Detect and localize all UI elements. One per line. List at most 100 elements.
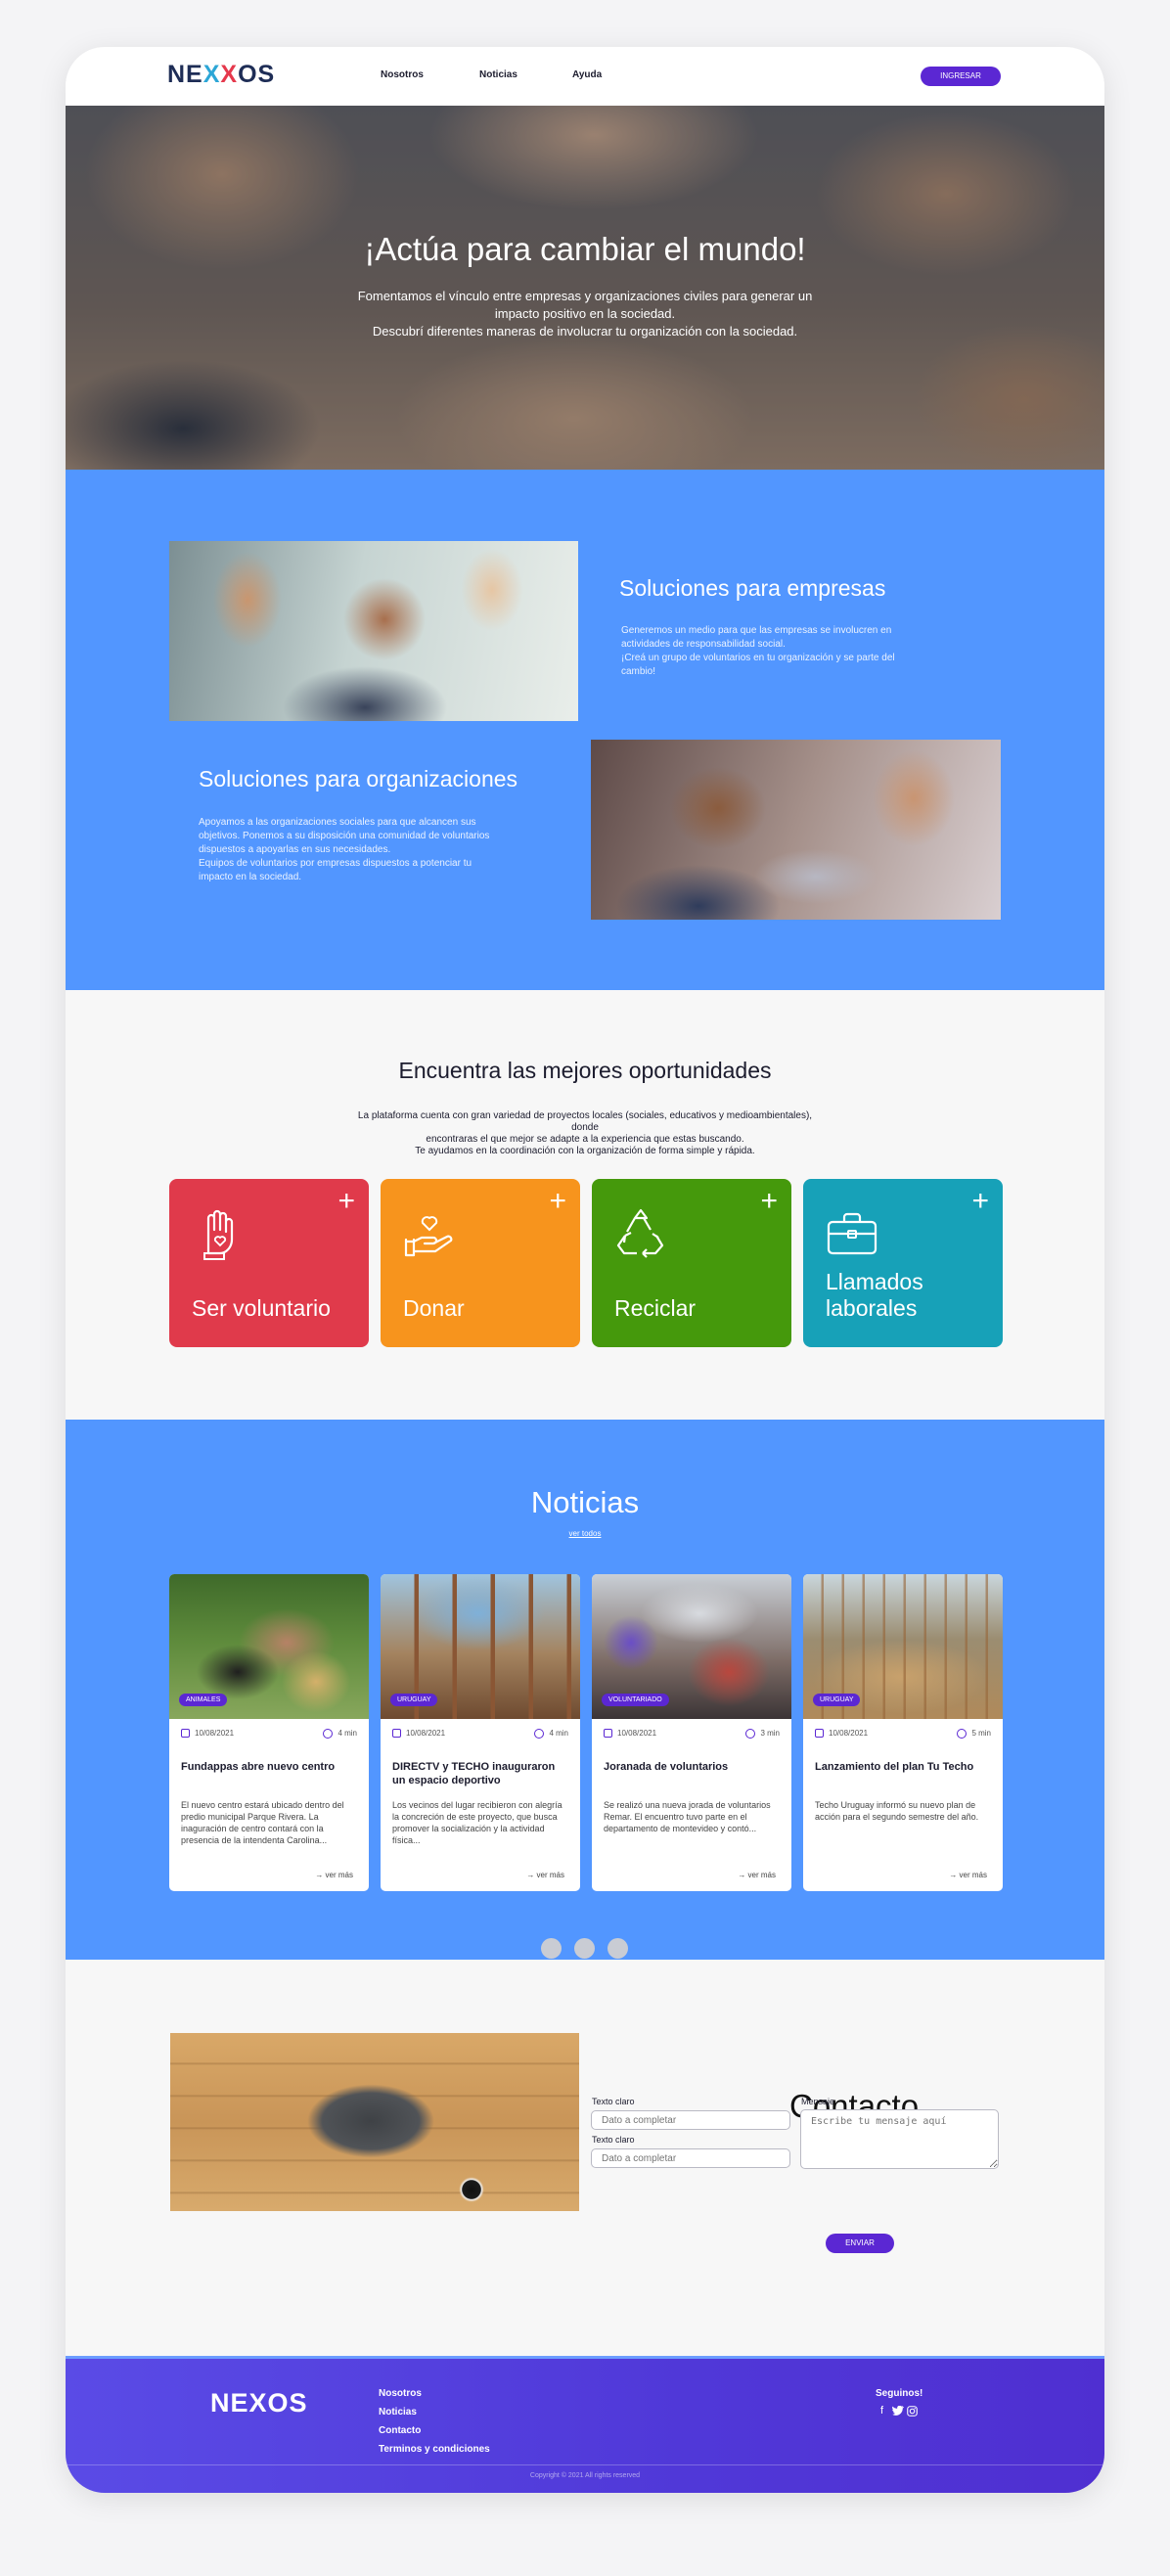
footer-divider: [66, 2464, 1104, 2465]
hero-section: ¡Actúa para cambiar el mundo! Fomentamos…: [66, 106, 1104, 470]
see-all-news-link[interactable]: ver todos: [66, 1529, 1104, 1538]
news-read-time: 5 min: [957, 1729, 991, 1739]
clock-icon: [745, 1729, 756, 1739]
nexos-logo[interactable]: NEXXOS: [167, 61, 275, 89]
hero-title: ¡Actúa para cambiar el mundo!: [364, 231, 806, 267]
message-textarea[interactable]: [800, 2109, 999, 2169]
facebook-icon[interactable]: f: [880, 2405, 883, 2417]
footer-link-noticias[interactable]: Noticias: [379, 2407, 417, 2418]
organizations-text-line: Apoyamos a las organizaciones sociales p…: [199, 817, 476, 828]
message-label: Mensaje: [801, 2097, 835, 2106]
news-excerpt: El nuevo centro estará ubicado dentro de…: [181, 1800, 344, 1845]
footer-logo[interactable]: NEXOS: [210, 2388, 308, 2418]
opportunities-desc-line: encontraras el que mejor se adapte a la …: [426, 1134, 744, 1145]
recycle-icon: [616, 1208, 664, 1258]
news-excerpt: Los vecinos del lugar recibieron con ale…: [392, 1800, 562, 1845]
news-date-text: 10/08/2021: [406, 1729, 446, 1738]
instagram-icon[interactable]: [907, 2406, 918, 2417]
news-time-text: 5 min: [971, 1729, 991, 1739]
news-card[interactable]: ANIMALES 10/08/2021 4 min Fundappas abre…: [169, 1574, 369, 1891]
news-section: Noticias ver todos ANIMALES 10/08/2021 4…: [66, 1420, 1104, 1960]
nav-ayuda[interactable]: Ayuda: [572, 69, 602, 80]
hero-text-line-3: Descubrí diferentes maneras de involucra…: [372, 324, 798, 339]
plus-icon[interactable]: +: [760, 1187, 778, 1216]
organizations-text: Apoyamos a las organizaciones sociales p…: [199, 816, 489, 884]
see-more-link[interactable]: → ver más: [738, 1871, 776, 1879]
footer-link-terms[interactable]: Terminos y condiciones: [379, 2444, 490, 2455]
organizations-text-line: dispuestos a apoyarlas en sus necesidade…: [199, 844, 391, 855]
send-button[interactable]: ENVIAR: [826, 2234, 894, 2253]
news-tag: URUGUAY: [813, 1694, 861, 1706]
opportunities-desc-line: Te ayudamos en la coordinación con la or…: [415, 1146, 755, 1156]
news-time-text: 4 min: [549, 1729, 568, 1739]
plus-icon[interactable]: +: [549, 1187, 566, 1216]
hand-heart-icon: [404, 1216, 453, 1257]
opportunities-description: La plataforma cuenta con gran variedad d…: [350, 1110, 820, 1157]
twitter-icon[interactable]: [892, 2406, 904, 2416]
news-tag: ANIMALES: [179, 1694, 228, 1706]
news-date-text: 10/08/2021: [617, 1729, 657, 1738]
card-donate[interactable]: + Donar: [381, 1179, 580, 1347]
news-card[interactable]: VOLUNTARIADO 10/08/2021 3 min Joranada d…: [592, 1574, 791, 1891]
copyright-text: Copyright © 2021 All rights reserved: [529, 2472, 641, 2479]
nav-noticias[interactable]: Noticias: [479, 69, 518, 80]
opportunities-desc-line: La plataforma cuenta con gran variedad d…: [357, 1110, 813, 1133]
carousel-dot[interactable]: [608, 1938, 628, 1959]
see-more-link[interactable]: → ver más: [526, 1871, 564, 1879]
text-field-1[interactable]: [591, 2110, 790, 2130]
companies-title: Soluciones para empresas: [619, 575, 886, 601]
news-date-text: 10/08/2021: [829, 1729, 869, 1738]
page-frame: NEXXOS Nosotros Noticias Ayuda INGRESAR …: [66, 47, 1104, 2493]
card-jobs[interactable]: + Llamados laborales: [803, 1179, 1003, 1347]
card-volunteer[interactable]: + Ser voluntario: [169, 1179, 369, 1347]
card-label: Ser voluntario: [192, 1295, 331, 1321]
news-excerpt: Techo Uruguay informó su nuevo plan de a…: [815, 1800, 979, 1822]
see-more-label: ver más: [747, 1871, 776, 1879]
news-title-text: Joranada de voluntarios: [604, 1761, 729, 1773]
see-more-label: ver más: [959, 1871, 987, 1879]
news-read-time: 3 min: [745, 1729, 780, 1739]
companies-text-line: Generemos un medio para que las empresas…: [621, 625, 892, 636]
solutions-section: Soluciones para empresas Generemos un me…: [66, 470, 1104, 990]
news-card[interactable]: URUGUAY 10/08/2021 5 min Lanzamiento del…: [803, 1574, 1003, 1891]
see-more-link[interactable]: → ver más: [949, 1871, 987, 1879]
card-recycle[interactable]: + Reciclar: [592, 1179, 791, 1347]
news-time-text: 3 min: [760, 1729, 780, 1739]
news-title-text: Fundappas abre nuevo centro: [181, 1761, 336, 1773]
raised-hand-heart-icon: [203, 1209, 234, 1260]
login-button[interactable]: INGRESAR: [921, 67, 1001, 86]
news-time-text: 4 min: [338, 1729, 357, 1739]
calendar-icon: [392, 1729, 401, 1739]
site-header: NEXXOS Nosotros Noticias Ayuda INGRESAR: [66, 47, 1104, 106]
news-card[interactable]: URUGUAY 10/08/2021 4 min DIRECTV y TECHO…: [381, 1574, 580, 1891]
nav-nosotros[interactable]: Nosotros: [381, 69, 424, 80]
companies-text-line: actividades de responsabilidad social.: [621, 639, 786, 650]
news-excerpt: Se realizó una nueva jorada de voluntari…: [604, 1800, 771, 1833]
footer-link-nosotros[interactable]: Nosotros: [379, 2388, 422, 2399]
news-date-text: 10/08/2021: [195, 1729, 235, 1738]
carousel-dot[interactable]: [574, 1938, 595, 1959]
news-date: 10/08/2021: [181, 1729, 235, 1739]
organizations-title: Soluciones para organizaciones: [199, 766, 518, 791]
clock-icon: [534, 1729, 545, 1739]
text-field-2[interactable]: [591, 2148, 790, 2168]
see-more-link[interactable]: → ver más: [315, 1871, 353, 1879]
organizations-text-line: impacto en la sociedad.: [199, 872, 302, 882]
plus-icon[interactable]: +: [338, 1187, 355, 1216]
news-title: Noticias: [530, 1485, 640, 1519]
companies-text: Generemos un medio para que las empresas…: [621, 624, 895, 679]
card-label: Reciclar: [614, 1295, 697, 1321]
see-more-label: ver más: [536, 1871, 564, 1879]
news-title-text: DIRECTV y TECHO inauguraron un espacio d…: [392, 1761, 556, 1786]
news-read-time: 4 min: [534, 1729, 568, 1739]
news-date: 10/08/2021: [604, 1729, 657, 1739]
field-label: Texto claro: [592, 2135, 635, 2145]
plus-icon[interactable]: +: [971, 1187, 989, 1216]
card-label: Donar: [403, 1295, 465, 1321]
carousel-dot[interactable]: [541, 1938, 562, 1959]
footer-link-contacto[interactable]: Contacto: [379, 2425, 421, 2436]
organizations-photo: [591, 740, 1001, 920]
team-photo: [169, 541, 578, 721]
clock-icon: [323, 1729, 334, 1739]
hero-text-line-2: impacto positivo en la sociedad.: [494, 306, 676, 321]
